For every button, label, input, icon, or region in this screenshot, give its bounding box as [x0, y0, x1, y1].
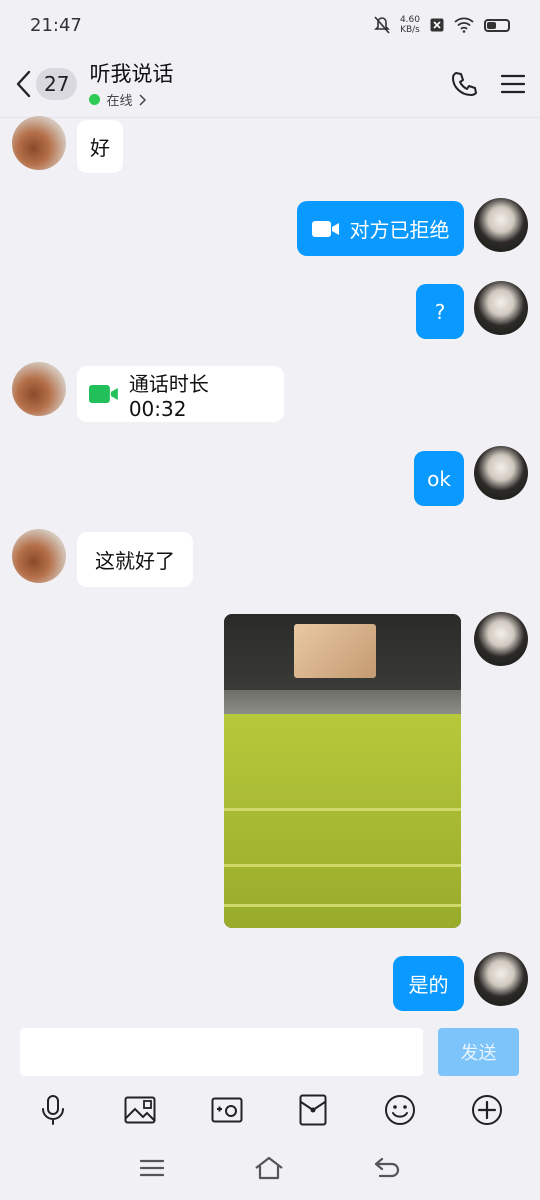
- back-nav-icon[interactable]: [374, 1157, 400, 1179]
- red-packet-icon[interactable]: [293, 1090, 333, 1130]
- message-text: 通话时长 00:32: [128, 371, 209, 421]
- video-camera-icon: [89, 385, 118, 403]
- mute-icon: [374, 16, 390, 34]
- phone-icon[interactable]: [450, 70, 478, 98]
- unread-count-badge: 27: [36, 67, 78, 100]
- mic-icon[interactable]: [33, 1090, 73, 1130]
- presence-label: 在线: [106, 94, 133, 109]
- camera-icon[interactable]: [207, 1090, 247, 1130]
- system-nav-bar: [0, 1146, 540, 1190]
- emoji-icon[interactable]: [380, 1090, 420, 1130]
- network-speed-unit: KB/s: [400, 25, 420, 35]
- contact-avatar[interactable]: [12, 116, 66, 170]
- message-input[interactable]: [20, 1028, 423, 1076]
- photo-package: [294, 624, 376, 678]
- my-avatar[interactable]: [474, 612, 528, 666]
- message-bubble-sent[interactable]: ?: [416, 284, 464, 339]
- message-bubble-sent[interactable]: 是的: [393, 956, 464, 1011]
- header-actions: [450, 70, 526, 98]
- chat-title-area[interactable]: 听我说话 在线: [89, 58, 173, 109]
- video-call-duration-bubble[interactable]: 通话时长 00:32: [77, 366, 284, 422]
- message-text: 这就好了: [95, 549, 175, 573]
- chevron-left-icon: [16, 70, 31, 97]
- image-icon[interactable]: [120, 1090, 160, 1130]
- recent-apps-icon[interactable]: [140, 1159, 164, 1177]
- status-icons: 4.60 KB/s: [374, 15, 510, 35]
- battery-icon: [484, 18, 510, 32]
- video-call-rejected-bubble[interactable]: 对方已拒绝: [297, 201, 464, 256]
- message-text: ?: [434, 299, 446, 324]
- home-icon[interactable]: [254, 1156, 284, 1180]
- my-avatar[interactable]: [474, 281, 528, 335]
- composer: 发送: [0, 1020, 540, 1084]
- chat-title: 听我说话: [89, 62, 174, 86]
- status-bar: 21:47 4.60 KB/s: [0, 0, 540, 50]
- my-avatar[interactable]: [474, 952, 528, 1006]
- contact-avatar[interactable]: [12, 529, 66, 583]
- image-message[interactable]: [224, 614, 461, 928]
- photo-cabinet: [224, 714, 461, 928]
- presence-status: 在线: [89, 90, 173, 109]
- message-bubble-received[interactable]: 好: [77, 120, 123, 173]
- menu-icon[interactable]: [500, 73, 526, 95]
- x-box-icon: [430, 18, 444, 32]
- contact-avatar[interactable]: [12, 362, 66, 416]
- status-time: 21:47: [30, 14, 82, 36]
- chat-header: 27 听我说话 在线: [0, 50, 540, 118]
- input-toolbar: [0, 1088, 540, 1132]
- plus-icon[interactable]: [467, 1090, 507, 1130]
- online-dot: [89, 94, 101, 105]
- message-bubble-sent[interactable]: ok: [414, 451, 464, 506]
- message-text: 是的: [408, 973, 449, 997]
- chevron-right-icon: [139, 93, 147, 106]
- message-bubble-received[interactable]: 这就好了: [77, 532, 193, 587]
- network-speed: 4.60 KB/s: [400, 15, 420, 35]
- send-button[interactable]: 发送: [438, 1028, 519, 1076]
- message-text: 对方已拒绝: [349, 218, 450, 242]
- wifi-icon: [454, 17, 474, 33]
- video-camera-icon: [311, 220, 339, 237]
- back-button[interactable]: 27: [14, 67, 78, 100]
- message-text: ok: [427, 466, 451, 491]
- network-speed-value: 4.60: [399, 15, 420, 25]
- message-text: 好: [90, 136, 110, 160]
- my-avatar[interactable]: [474, 198, 528, 252]
- my-avatar[interactable]: [474, 446, 528, 500]
